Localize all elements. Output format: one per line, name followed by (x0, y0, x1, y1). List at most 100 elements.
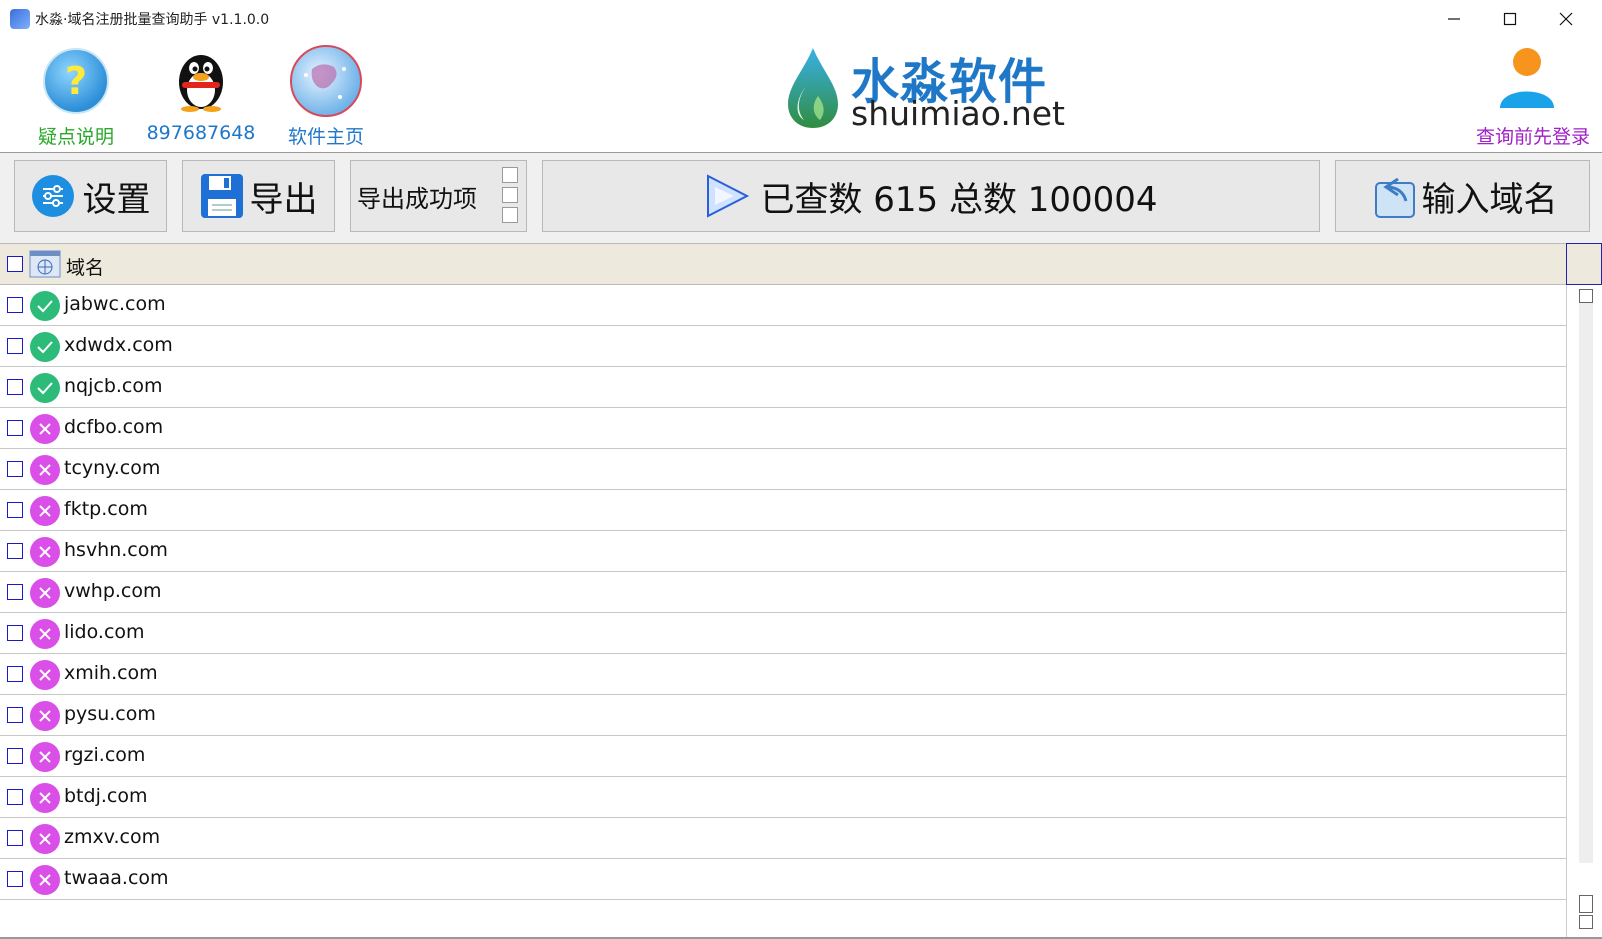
scroll-track[interactable] (1579, 303, 1593, 863)
export-option-box[interactable] (502, 207, 518, 223)
globe-icon (290, 45, 362, 117)
table-row[interactable]: rgzi.com (0, 736, 1566, 777)
login-link[interactable]: 查询前先登录 (1476, 122, 1590, 149)
help-link[interactable]: ? 疑点说明 (21, 44, 131, 150)
status-icon (30, 660, 60, 690)
svg-text:?: ? (65, 59, 87, 103)
domain-column-icon (29, 250, 61, 278)
status-icon (30, 619, 60, 649)
close-button[interactable] (1538, 0, 1594, 38)
status-icon (30, 701, 60, 731)
export-option-box[interactable] (502, 167, 518, 183)
user-avatar-icon[interactable] (1497, 46, 1557, 110)
table-row[interactable]: vwhp.com (0, 572, 1566, 613)
cross-icon (30, 619, 60, 649)
start-query-button[interactable]: 已查数 615 总数 100004 (542, 160, 1320, 232)
cross-icon (30, 701, 60, 731)
qq-link[interactable]: 897687648 (146, 44, 256, 150)
table-row[interactable]: hsvhn.com (0, 531, 1566, 572)
vertical-scrollbar[interactable] (1566, 285, 1602, 939)
scroll-grip[interactable] (1579, 895, 1593, 913)
export-button[interactable]: 导出 (182, 160, 335, 232)
query-status-label: 已查数 615 总数 100004 (760, 172, 1157, 221)
domain-cell: vwhp.com (64, 580, 162, 602)
domain-cell: zmxv.com (64, 826, 160, 848)
domain-cell: xdwdx.com (64, 334, 173, 356)
table-row[interactable]: tcyny.com (0, 449, 1566, 490)
row-checkbox[interactable] (7, 297, 23, 313)
row-checkbox[interactable] (7, 461, 23, 477)
status-icon (30, 332, 60, 362)
help-label: 疑点说明 (21, 122, 131, 149)
logo-domain-text: shuimiao.net (851, 94, 1065, 133)
app-icon (10, 9, 30, 29)
row-checkbox[interactable] (7, 543, 23, 559)
status-icon (30, 865, 60, 895)
table-row[interactable]: zmxv.com (0, 818, 1566, 859)
scroll-down-button[interactable] (1579, 915, 1593, 929)
status-icon (30, 373, 60, 403)
table-row[interactable]: xmih.com (0, 654, 1566, 695)
cross-icon (30, 865, 60, 895)
export-label: 导出 (250, 172, 318, 221)
maximize-button[interactable] (1482, 0, 1538, 38)
table-row[interactable]: dcfbo.com (0, 408, 1566, 449)
homepage-label: 软件主页 (271, 122, 381, 149)
row-checkbox[interactable] (7, 502, 23, 518)
row-checkbox[interactable] (7, 789, 23, 805)
table-row[interactable]: xdwdx.com (0, 326, 1566, 367)
domain-cell: fktp.com (64, 498, 148, 520)
status-icon (30, 414, 60, 444)
domain-cell: twaaa.com (64, 867, 169, 889)
settings-button[interactable]: 设置 (14, 160, 167, 232)
table-row[interactable]: pysu.com (0, 695, 1566, 736)
table-row[interactable]: btdj.com (0, 777, 1566, 818)
domain-cell: tcyny.com (64, 457, 160, 479)
export-option-box[interactable] (502, 187, 518, 203)
column-chooser-button[interactable] (1566, 243, 1602, 285)
row-checkbox[interactable] (7, 379, 23, 395)
table-row[interactable]: fktp.com (0, 490, 1566, 531)
row-checkbox[interactable] (7, 666, 23, 682)
row-checkbox[interactable] (7, 830, 23, 846)
cross-icon (30, 537, 60, 567)
scroll-up-button[interactable] (1579, 289, 1593, 303)
cross-icon (30, 742, 60, 772)
cross-icon (30, 660, 60, 690)
table-row[interactable]: lido.com (0, 613, 1566, 654)
domain-cell: pysu.com (64, 703, 156, 725)
row-checkbox[interactable] (7, 748, 23, 764)
table-row[interactable]: twaaa.com (0, 859, 1566, 900)
table-row[interactable]: jabwc.com (0, 285, 1566, 326)
cross-icon (30, 455, 60, 485)
row-checkbox[interactable] (7, 871, 23, 887)
play-icon (704, 173, 750, 219)
row-checkbox[interactable] (7, 625, 23, 641)
status-icon (30, 824, 60, 854)
input-domains-label: 输入域名 (1422, 172, 1558, 221)
homepage-link[interactable]: 软件主页 (271, 44, 381, 150)
table-header: 域名 (0, 243, 1566, 285)
export-option-boxes (502, 167, 518, 223)
minimize-button[interactable] (1426, 0, 1482, 38)
domain-cell: btdj.com (64, 785, 147, 807)
row-checkbox[interactable] (7, 584, 23, 600)
status-icon (30, 578, 60, 608)
row-checkbox[interactable] (7, 338, 23, 354)
input-domains-button[interactable]: 输入域名 (1335, 160, 1590, 232)
qq-penguin-icon (170, 46, 232, 112)
domain-cell: lido.com (64, 621, 145, 643)
import-icon (1368, 173, 1416, 219)
row-checkbox[interactable] (7, 420, 23, 436)
row-checkbox[interactable] (7, 707, 23, 723)
settings-label: 设置 (83, 172, 151, 221)
table-row[interactable]: nqjcb.com (0, 367, 1566, 408)
export-success-button[interactable]: 导出成功项 (350, 160, 527, 232)
domain-column-header[interactable]: 域名 (66, 253, 104, 280)
status-icon (30, 537, 60, 567)
check-icon (30, 373, 60, 403)
minimize-icon (1447, 12, 1461, 26)
qq-number: 897687648 (146, 122, 256, 144)
domain-cell: rgzi.com (64, 744, 145, 766)
select-all-checkbox[interactable] (7, 256, 23, 272)
